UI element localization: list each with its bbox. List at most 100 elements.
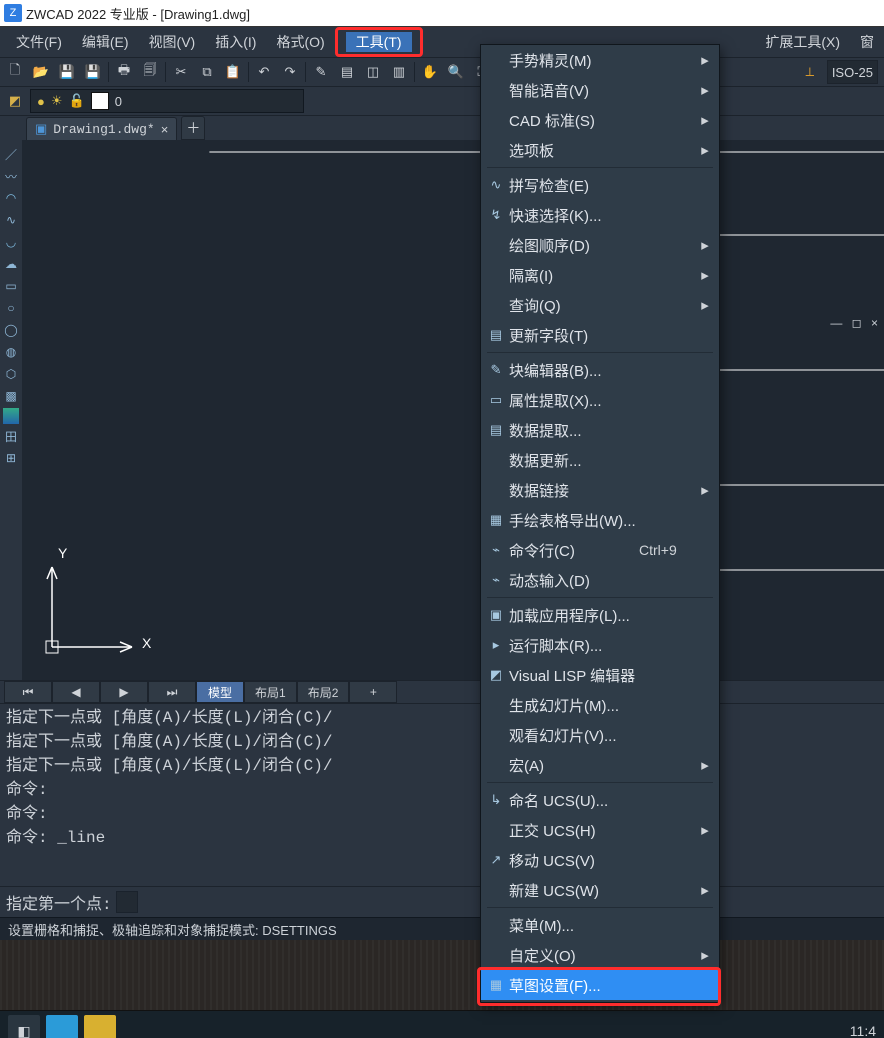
menu-item-23[interactable]: ◩Visual LISP 编辑器	[481, 660, 719, 690]
donut-tool-icon[interactable]: ◍	[1, 342, 21, 362]
menu-item-29[interactable]: 正交 UCS(H)▸	[481, 815, 719, 845]
arc-tool-icon[interactable]: ◠	[1, 188, 21, 208]
preview-icon[interactable]: 🗐	[139, 61, 161, 83]
dim-style-dropdown[interactable]: ISO-25	[827, 60, 878, 84]
polygon-tool-icon[interactable]: ⬡	[1, 364, 21, 384]
menu-item-28[interactable]: ↳命名 UCS(U)...	[481, 785, 719, 815]
layout-tab-model[interactable]: 模型	[196, 681, 244, 703]
ellipse-tool-icon[interactable]: ◯	[1, 320, 21, 340]
layout-tab-add[interactable]: +	[349, 681, 397, 703]
match-icon[interactable]: ✎	[310, 61, 332, 83]
task-app-2[interactable]	[84, 1015, 116, 1038]
start-button[interactable]: ◧	[8, 1015, 40, 1038]
menu-item-15[interactable]: 数据更新...	[481, 445, 719, 475]
hatch-tool-icon[interactable]: ▩	[1, 386, 21, 406]
menu-item-8[interactable]: 隔离(I)▸	[481, 260, 719, 290]
menu-item-35[interactable]: ▦草图设置(F)...	[481, 970, 719, 1000]
menu-item-16[interactable]: 数据链接▸	[481, 475, 719, 505]
menu-tools[interactable]: 工具(T)	[346, 32, 412, 52]
tools-dropdown: 手势精灵(M)▸智能语音(V)▸CAD 标准(S)▸选项板▸ ∿拼写检查(E)↯快…	[480, 44, 720, 1003]
layer-sun-icon: ☀	[51, 93, 63, 109]
menu-view[interactable]: 视图(V)	[139, 28, 206, 56]
menu-window[interactable]: 窗	[850, 28, 884, 56]
menu-item-9[interactable]: 查询(Q)▸	[481, 290, 719, 320]
menu-item-21[interactable]: ▣加载应用程序(L)...	[481, 600, 719, 630]
polyline-tool-icon[interactable]: 〰	[1, 166, 21, 186]
menu-format[interactable]: 格式(O)	[266, 28, 334, 56]
paste-icon[interactable]: 📋	[222, 61, 244, 83]
menu-item-icon: ↗	[483, 852, 509, 868]
tool-palette-icon[interactable]: ▥	[388, 61, 410, 83]
zoom-icon[interactable]: 🔍	[445, 61, 467, 83]
pan-icon[interactable]: ✋	[419, 61, 441, 83]
nav-first-icon[interactable]: ⏮	[4, 681, 52, 703]
copy-icon[interactable]: ⧉	[196, 61, 218, 83]
nav-prev-icon[interactable]: ◀	[52, 681, 100, 703]
menu-item-0[interactable]: 手势精灵(M)▸	[481, 45, 719, 75]
arc2-tool-icon[interactable]: ◡	[1, 232, 21, 252]
line-tool-icon[interactable]: ／	[1, 144, 21, 164]
menu-item-icon: ▸	[483, 637, 509, 653]
menu-item-14[interactable]: ▤数据提取...	[481, 415, 719, 445]
drawing-canvas[interactable]: Y X	[22, 140, 884, 680]
menu-item-25[interactable]: 观看幻灯片(V)...	[481, 720, 719, 750]
menu-item-12[interactable]: ✎块编辑器(B)...	[481, 355, 719, 385]
saveas-icon[interactable]: 💾	[82, 61, 104, 83]
menu-edit[interactable]: 编辑(E)	[72, 28, 139, 56]
circle-tool-icon[interactable]: ○	[1, 298, 21, 318]
menu-item-33[interactable]: 菜单(M)...	[481, 910, 719, 940]
menu-item-7[interactable]: 绘图顺序(D)▸	[481, 230, 719, 260]
rect-tool-icon[interactable]: ▭	[1, 276, 21, 296]
menu-item-19[interactable]: ⌁动态输入(D)	[481, 565, 719, 595]
design-center-icon[interactable]: ◫	[362, 61, 384, 83]
command-input-row: 指定第一个点:	[0, 886, 884, 917]
open-icon[interactable]: 📂	[30, 61, 52, 83]
menu-item-24[interactable]: 生成幻灯片(M)...	[481, 690, 719, 720]
layout-tab-2[interactable]: 布局2	[297, 681, 350, 703]
menu-item-34[interactable]: 自定义(O)▸	[481, 940, 719, 970]
command-input[interactable]	[116, 891, 138, 913]
redo-icon[interactable]: ↷	[279, 61, 301, 83]
layer-dropdown[interactable]: ● ☀ 🔓 0	[30, 89, 304, 113]
new-icon[interactable]: 🗋	[4, 61, 26, 83]
menu-item-icon: ↯	[483, 207, 509, 223]
menu-item-22[interactable]: ▸运行脚本(R)...	[481, 630, 719, 660]
close-tab-icon[interactable]: ×	[161, 122, 169, 137]
menu-item-26[interactable]: 宏(A)▸	[481, 750, 719, 780]
menu-insert[interactable]: 插入(I)	[205, 28, 266, 56]
nav-next-icon[interactable]: ▶	[100, 681, 148, 703]
menu-item-13[interactable]: ▭属性提取(X)...	[481, 385, 719, 415]
save-icon[interactable]: 💾	[56, 61, 78, 83]
layer-manager-icon[interactable]: ◩	[4, 90, 26, 112]
menu-item-3[interactable]: 选项板▸	[481, 135, 719, 165]
dim-icon[interactable]: ⟂	[799, 61, 821, 83]
menu-item-30[interactable]: ↗移动 UCS(V)	[481, 845, 719, 875]
maximize-icon[interactable]: ◻	[852, 316, 862, 330]
menu-item-17[interactable]: ▦手绘表格导出(W)...	[481, 505, 719, 535]
new-tab-button[interactable]: ＋	[181, 116, 205, 140]
cloud-tool-icon[interactable]: ☁	[1, 254, 21, 274]
document-tab[interactable]: ▣ Drawing1.dwg* ×	[26, 117, 177, 140]
menu-item-31[interactable]: 新建 UCS(W)▸	[481, 875, 719, 905]
table-tool-icon[interactable]: ⊞	[1, 448, 21, 468]
spline-tool-icon[interactable]: ∿	[1, 210, 21, 230]
nav-last-icon[interactable]: ⏭	[148, 681, 196, 703]
menu-item-18[interactable]: ⌁命令行(C)Ctrl+9	[481, 535, 719, 565]
undo-icon[interactable]: ↶	[253, 61, 275, 83]
menu-item-2[interactable]: CAD 标准(S)▸	[481, 105, 719, 135]
gradient-tool-icon[interactable]	[3, 408, 19, 424]
menu-item-6[interactable]: ↯快速选择(K)...	[481, 200, 719, 230]
print-icon[interactable]: 🖶	[113, 61, 135, 83]
minimize-icon[interactable]: —	[830, 316, 842, 330]
layout-tab-1[interactable]: 布局1	[244, 681, 297, 703]
menu-item-1[interactable]: 智能语音(V)▸	[481, 75, 719, 105]
menu-file[interactable]: 文件(F)	[6, 28, 72, 56]
properties-icon[interactable]: ▤	[336, 61, 358, 83]
text-tool-icon[interactable]: 田	[1, 426, 21, 446]
menu-item-10[interactable]: ▤更新字段(T)	[481, 320, 719, 350]
menu-item-5[interactable]: ∿拼写检查(E)	[481, 170, 719, 200]
cut-icon[interactable]: ✂	[170, 61, 192, 83]
close-icon[interactable]: ×	[871, 316, 878, 330]
menu-ext-tools[interactable]: 扩展工具(X)	[755, 28, 850, 56]
task-app-1[interactable]	[46, 1015, 78, 1038]
